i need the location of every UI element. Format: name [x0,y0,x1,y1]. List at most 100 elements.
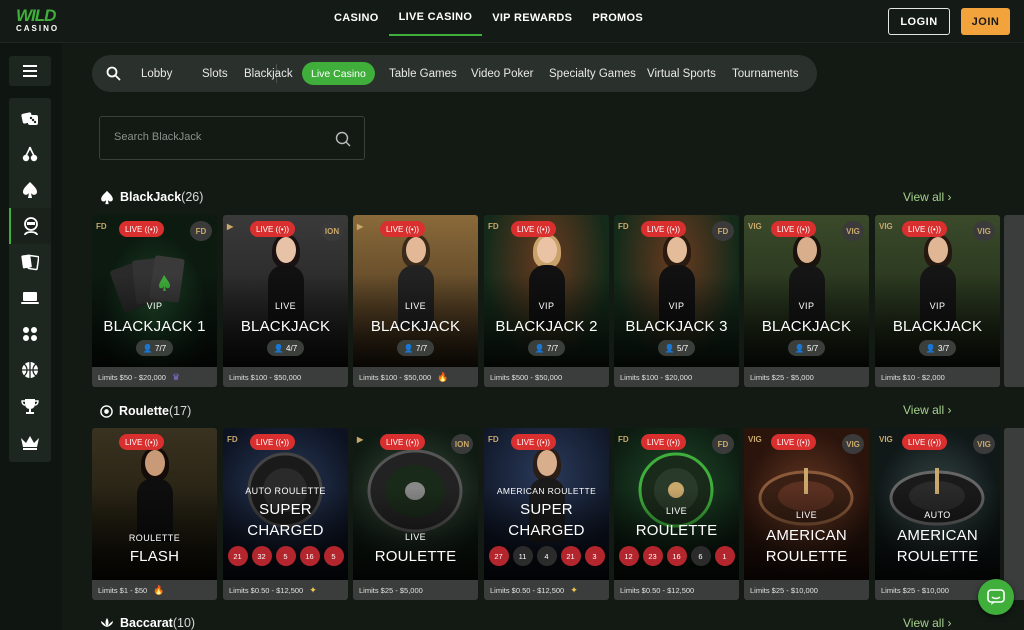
menu-button[interactable] [9,56,51,86]
game-card[interactable]: ▶ LIVE ((•)) LIVE BLACKJACK 👤 7/7 Limits… [353,215,478,387]
game-card[interactable]: FD LIVE ((•)) FD LIVE ROULETTE 12 23 16 … [614,428,739,600]
section-count: (26) [181,190,204,204]
rail-item-slots[interactable] [9,136,51,172]
sparkle-icon: ✦ [309,584,317,595]
top-nav: CASINO LIVE CASINO VIP REWARDS PROMOS [324,0,653,43]
game-card[interactable]: FD LIVE ((•)) FD VIP BLACKJACK 3 👤 5/7 L… [614,215,739,387]
nav-vip-rewards[interactable]: VIP REWARDS [482,0,582,36]
chat-button[interactable] [978,579,1014,615]
section-header-blackjack: BlackJack (26) [100,188,203,206]
provider-logo: ▶ [227,222,234,231]
category-lobby[interactable]: Lobby [141,55,172,92]
seats-badge: 👤 3/7 [919,340,956,356]
rail-item-vip[interactable] [9,424,51,460]
search-icon [106,66,121,81]
cards-icon [21,254,39,271]
category-video-poker[interactable]: Video Poker [471,55,533,92]
game-title: BLACKJACK [761,318,852,335]
fire-icon: 🔥 [153,584,165,595]
scroll-next-roulette[interactable] [1004,428,1024,600]
rail-item-tournaments[interactable] [9,388,51,424]
section-count: (10) [172,616,196,630]
rail-item-sports[interactable] [9,352,51,388]
spade-icon [101,190,113,204]
category-live-casino[interactable]: Live Casino [302,62,375,85]
section-header-roulette: Roulette (17) [100,402,191,420]
category-search-button[interactable] [106,55,121,92]
limits-bar: Limits $0.50 - $12,500 ✦ [484,580,609,600]
wild-casino-logo[interactable]: WILD CASINO [16,7,76,36]
live-badge: LIVE ((•)) [119,221,165,237]
provider-badge: ION [321,221,343,241]
roulette-icon [100,404,113,418]
recent-number: 3 [584,546,605,566]
rail-item-specialty[interactable] [9,316,51,352]
join-button[interactable]: JOIN [961,8,1010,35]
game-card[interactable]: VIG LIVE ((•)) VIG VIP BLACKJACK 👤 5/7 L… [744,215,869,387]
recent-number: 12 [618,546,639,566]
game-card[interactable]: VIG LIVE ((•)) VIG LIVE AMERICAN ROULETT… [744,428,869,600]
recent-number: 32 [251,546,272,566]
nav-promos[interactable]: PROMOS [582,0,653,36]
game-subtitle: LIVE [404,532,427,542]
game-card[interactable]: FD LIVE ((•)) AMERICAN ROULETTE SUPER CH… [484,428,609,600]
live-badge: LIVE ((•)) [380,221,426,237]
limits-bar: Limits $100 - $20,000 [614,367,739,387]
provider-badge: VIG [842,434,864,454]
game-card[interactable]: FD LIVE ((•)) VIP BLACKJACK 2 👤 7/7 Limi… [484,215,609,387]
game-card[interactable]: ▶ LIVE ((•)) ION LIVE BLACKJACK 👤 4/7 Li… [223,215,348,387]
chat-icon [987,589,1005,605]
game-search [99,116,365,160]
game-subtitle: LIVE [404,301,427,311]
rail-item-video-poker[interactable] [9,280,51,316]
seats-badge: 👤 7/7 [136,340,173,356]
game-subtitle: VIP [929,301,946,311]
live-badge: LIVE ((•)) [511,221,557,237]
provider-badge: VIG [973,221,995,241]
search-icon[interactable] [335,131,351,147]
game-card[interactable]: VIG LIVE ((•)) VIG VIP BLACKJACK 👤 3/7 L… [875,215,1000,387]
category-rail [9,98,51,462]
game-subtitle: ROULETTE [128,533,181,543]
rail-item-casino[interactable] [9,100,51,136]
game-card[interactable]: LIVE ((•)) ROULETTE FLASH Limits $1 - $5… [92,428,217,600]
game-subtitle: AUTO [924,510,951,520]
limits-bar: Limits $10 - $2,000 [875,367,1000,387]
view-all-blackjack[interactable]: View all › [903,190,951,204]
category-specialty-games[interactable]: Specialty Games [549,55,636,92]
game-card[interactable]: FD LIVE ((•)) FD VIP BLACKJACK 1 👤 7/7 L… [92,215,217,387]
view-all-baccarat[interactable]: View all › [903,616,951,630]
rail-item-blackjack[interactable] [9,172,51,208]
game-title: BLACKJACK [892,318,983,335]
category-slots[interactable]: Slots [202,55,228,92]
section-count: (17) [169,404,192,418]
rail-item-table-games[interactable] [9,244,51,280]
recent-number: 6 [690,546,711,566]
section-title: Baccarat [120,616,173,630]
game-card[interactable]: ▶ LIVE ((•)) ION LIVE ROULETTE Limits $2… [353,428,478,600]
view-all-roulette[interactable]: View all › [903,403,951,417]
top-header: WILD CASINO CASINO LIVE CASINO VIP REWAR… [0,0,1024,43]
game-subtitle: LIVE [274,301,297,311]
nav-live-casino[interactable]: LIVE CASINO [388,0,483,36]
scroll-next-blackjack[interactable] [1004,215,1024,387]
login-button[interactable]: LOGIN [888,8,950,35]
recent-number: 1 [714,546,735,566]
game-title: AMERICAN ROULETTE [896,527,979,565]
game-card[interactable]: FD LIVE ((•)) AUTO ROULETTE SUPER CHARGE… [223,428,348,600]
search-input[interactable] [114,131,324,143]
category-blackjack[interactable]: Blackjack [244,55,293,92]
category-virtual-sports[interactable]: Virtual Sports [647,55,716,92]
nav-casino[interactable]: CASINO [324,0,389,36]
game-subtitle: LIVE [795,510,818,520]
category-table-games[interactable]: Table Games [389,55,457,92]
rail-item-live-casino[interactable] [9,208,51,244]
basketball-icon [22,362,38,378]
category-bar: Lobby Slots Blackjack Live Casino Table … [92,55,817,92]
limits-bar: Limits $0.50 - $12,500 [614,580,739,600]
provider-logo: FD [488,435,499,444]
game-title: AMERICAN ROULETTE [765,527,848,565]
live-badge: LIVE ((•)) [250,434,296,450]
category-tournaments[interactable]: Tournaments [732,55,798,92]
game-card[interactable]: VIG LIVE ((•)) VIG AUTO AMERICAN ROULETT… [875,428,1000,600]
